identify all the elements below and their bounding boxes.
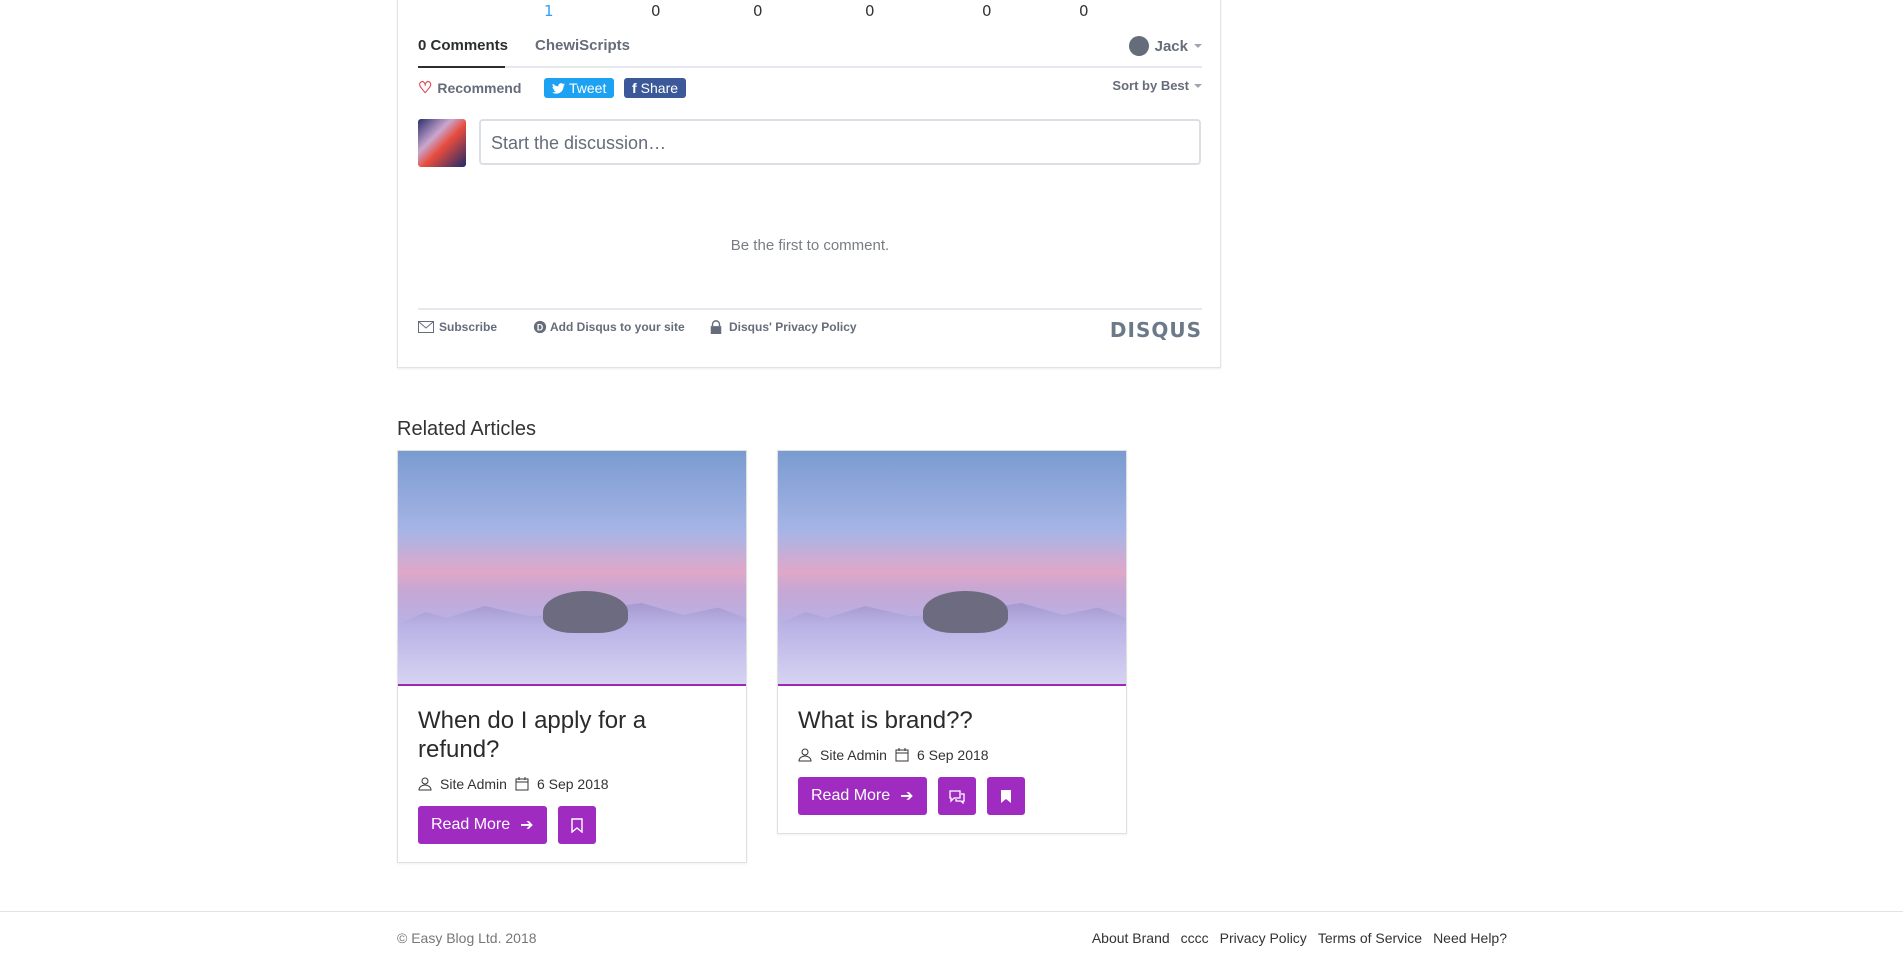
article-author: Site Admin <box>440 776 507 792</box>
privacy-link[interactable]: Disqus' Privacy Policy <box>708 320 857 334</box>
footer-link-cccc[interactable]: cccc <box>1181 930 1209 946</box>
copyright: © Easy Blog Ltd. 2018 <box>397 930 537 946</box>
tweet-button[interactable]: Tweet <box>544 78 615 98</box>
read-more-label: Read More <box>431 816 511 833</box>
footer-link-privacy[interactable]: Privacy Policy <box>1220 930 1307 946</box>
article-image[interactable] <box>398 451 746 686</box>
user-icon <box>798 748 812 762</box>
subscribe-link[interactable]: Subscribe <box>418 320 497 334</box>
bookmark-icon <box>570 817 583 833</box>
article-date: 6 Sep 2018 <box>536 776 609 792</box>
user-menu[interactable]: Jack <box>1128 36 1202 56</box>
sort-dropdown[interactable]: Sort by Best <box>1112 78 1202 93</box>
user-icon <box>418 777 432 791</box>
article-author: Site Admin <box>820 747 887 763</box>
read-more-label: Read More <box>811 787 891 804</box>
footer-links: About Brand cccc Privacy Policy Terms of… <box>1092 930 1507 946</box>
heart-icon: ♡ <box>418 80 433 97</box>
sky-bison-illustration <box>923 591 1008 633</box>
svg-text:D: D <box>537 323 543 333</box>
disqus-logo[interactable]: DISQUS <box>1110 318 1202 342</box>
arrow-right-icon: ➔ <box>520 817 534 834</box>
add-disqus-link[interactable]: D Add Disqus to your site <box>532 320 685 334</box>
read-more-button[interactable]: Read More ➔ <box>798 777 927 815</box>
bookmark-filled-icon <box>1000 789 1011 803</box>
envelope-icon <box>418 321 434 333</box>
article-card: What is brand?? Site Admin 6 Sep 2018 Re… <box>777 450 1127 834</box>
comment-input[interactable]: Start the discussion… <box>479 119 1201 165</box>
related-articles-heading: Related Articles <box>397 418 536 440</box>
active-tab-indicator <box>418 66 505 68</box>
empty-state: Be the first to comment. <box>730 237 890 254</box>
comment-composer: Start the discussion… <box>418 119 1202 169</box>
tweet-label: Tweet <box>569 80 607 96</box>
user-avatar-icon <box>1128 36 1149 56</box>
reaction-count[interactable]: 1 <box>544 2 554 20</box>
reaction-count[interactable]: 0 <box>865 2 875 20</box>
calendar-icon <box>515 777 529 791</box>
recommend-label: Recommend <box>437 80 522 96</box>
calendar-icon <box>895 748 909 762</box>
avatar <box>418 119 466 167</box>
article-card: When do I apply for a refund? Site Admin… <box>397 450 747 863</box>
site-footer: © Easy Blog Ltd. 2018 About Brand cccc P… <box>0 911 1903 964</box>
disqus-d-icon: D <box>533 320 547 334</box>
disqus-comments: 1 0 0 0 0 0 0 Comments ChewiScripts Jack… <box>397 0 1221 368</box>
article-date: 6 Sep 2018 <box>916 747 989 763</box>
share-button[interactable]: f Share <box>624 78 687 98</box>
article-title[interactable]: When do I apply for a refund? <box>418 706 726 764</box>
footer-link-help[interactable]: Need Help? <box>1433 930 1507 946</box>
footer-link-about[interactable]: About Brand <box>1092 930 1170 946</box>
reaction-count[interactable]: 0 <box>651 2 661 20</box>
bookmark-button[interactable] <box>557 806 596 844</box>
reaction-counts: 1 0 0 0 0 0 <box>398 2 1222 22</box>
chevron-down-icon <box>1194 83 1202 88</box>
lock-icon <box>710 320 722 334</box>
subscribe-label: Subscribe <box>439 320 498 334</box>
reaction-count[interactable]: 0 <box>982 2 992 20</box>
arrow-right-icon: ➔ <box>900 788 914 805</box>
footer-link-terms[interactable]: Terms of Service <box>1318 930 1422 946</box>
reaction-count[interactable]: 0 <box>1079 2 1089 20</box>
chevron-down-icon <box>1194 44 1202 48</box>
read-more-button[interactable]: Read More ➔ <box>418 806 547 844</box>
privacy-label: Disqus' Privacy Policy <box>729 320 857 334</box>
article-meta: Site Admin 6 Sep 2018 <box>798 747 1106 763</box>
article-meta: Site Admin 6 Sep 2018 <box>418 776 726 792</box>
comments-icon <box>948 789 965 804</box>
tab-comments[interactable]: 0 Comments <box>418 37 508 54</box>
comments-button[interactable] <box>937 777 976 815</box>
tab-community[interactable]: ChewiScripts <box>535 37 630 54</box>
sky-bison-illustration <box>543 591 628 633</box>
share-label: Share <box>640 80 679 96</box>
bookmark-button[interactable] <box>986 777 1025 815</box>
article-image[interactable] <box>778 451 1126 686</box>
twitter-icon <box>552 82 565 94</box>
disqus-footer: Subscribe D Add Disqus to your site Disq… <box>418 308 1202 342</box>
article-title[interactable]: What is brand?? <box>798 706 1106 735</box>
sort-label: Sort by Best <box>1112 78 1189 93</box>
add-disqus-label: Add Disqus to your site <box>550 320 685 334</box>
facebook-icon: f <box>632 80 637 96</box>
disqus-actions: ♡ Recommend Tweet f Share Sort by Best <box>418 78 1202 100</box>
reaction-count[interactable]: 0 <box>753 2 763 20</box>
disqus-nav: 0 Comments ChewiScripts Jack <box>418 34 1202 68</box>
recommend-button[interactable]: ♡ Recommend <box>418 78 521 98</box>
user-name: Jack <box>1154 37 1188 55</box>
